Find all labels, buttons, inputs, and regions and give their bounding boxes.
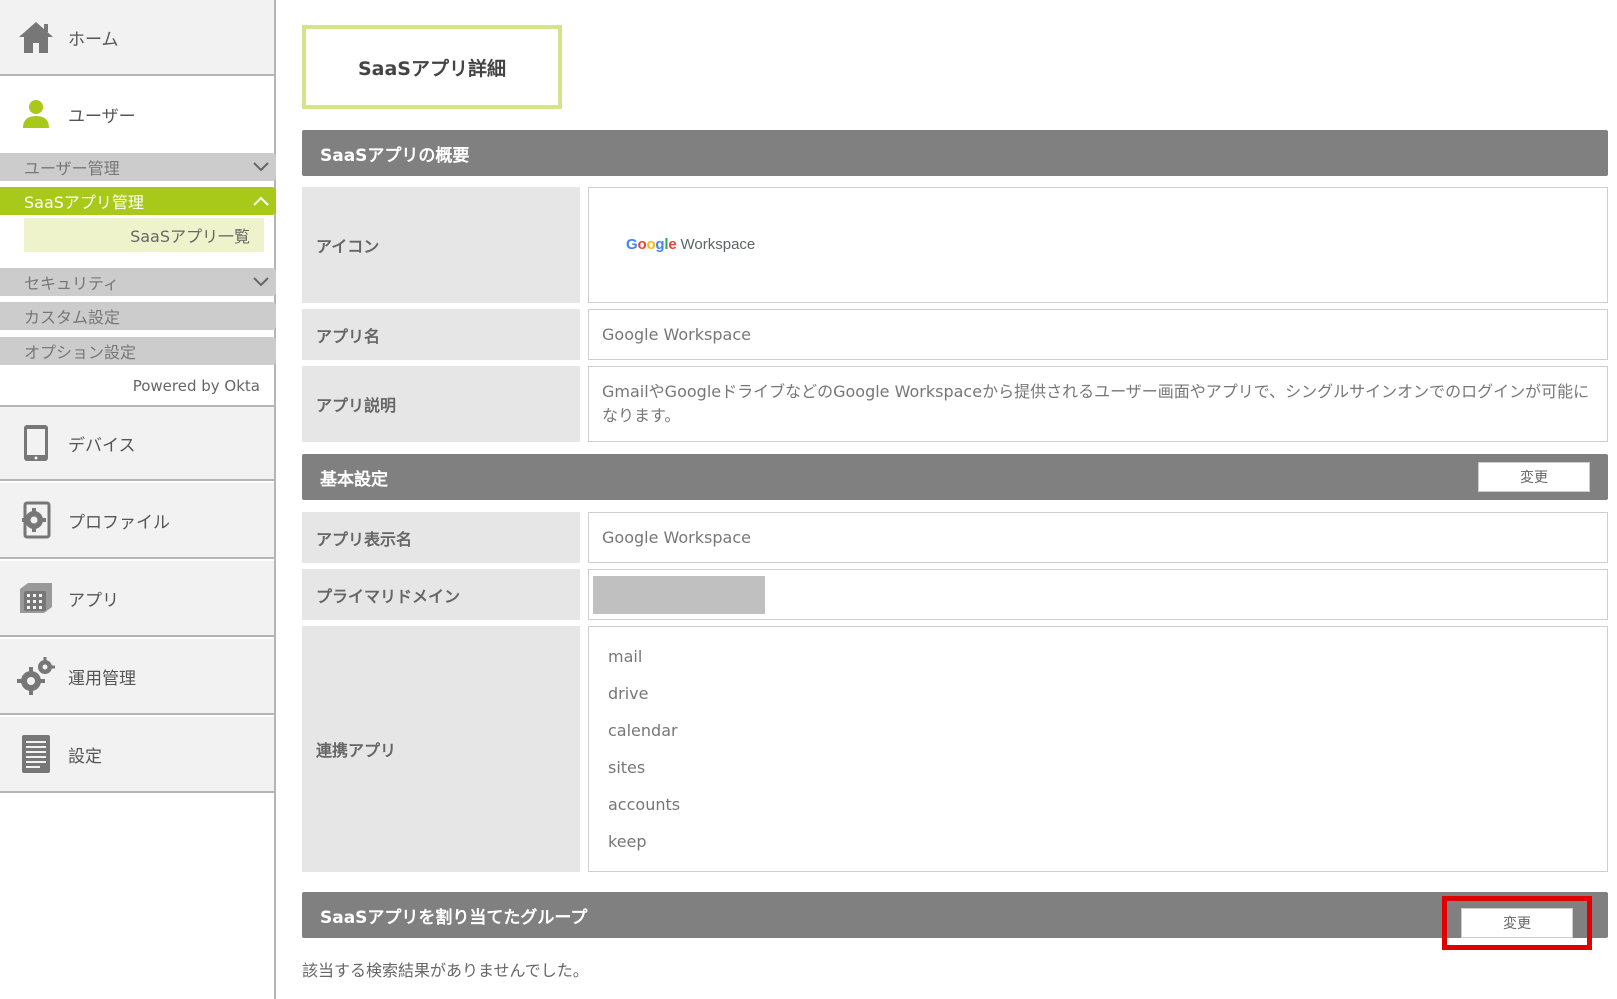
nav-device-label: デバイス <box>68 435 136 456</box>
icon-row: アイコン Google Workspace <box>302 187 1608 303</box>
nav-operations-label: 運用管理 <box>68 668 136 689</box>
nav-app-label: アプリ <box>68 590 119 611</box>
user-icon <box>16 94 56 134</box>
nav-settings-label: 設定 <box>68 746 102 767</box>
nav-settings[interactable]: 設定 <box>0 717 274 793</box>
app-description-value: GmailやGoogleドライブなどのGoogle Workspaceから提供さ… <box>588 366 1608 442</box>
basic-settings-section-header: 基本設定 変更 <box>302 454 1608 500</box>
app-name-row: アプリ名 Google Workspace <box>302 309 1608 360</box>
smartphone-icon <box>16 423 56 463</box>
chevron-up-icon <box>246 187 276 215</box>
nav-profile[interactable]: プロファイル <box>0 483 274 559</box>
sidebar-item-label: SaaSアプリ一覧 <box>130 227 250 246</box>
page-title-box: SaaSアプリ詳細 <box>302 25 562 109</box>
display-name-row: アプリ表示名 Google Workspace <box>302 512 1608 563</box>
app-name-value: Google Workspace <box>588 309 1608 360</box>
workspace-wordmark: Workspace <box>680 236 756 253</box>
primary-domain-value <box>588 569 1608 620</box>
linked-apps-row: 連携アプリ mail drive calendar sites accounts… <box>302 626 1608 872</box>
icon-value: Google Workspace <box>588 187 1608 303</box>
app-name-label: アプリ名 <box>302 309 580 360</box>
nav-profile-label: プロファイル <box>68 512 170 533</box>
nav-home[interactable]: ホーム <box>0 0 274 76</box>
nav-app[interactable]: アプリ <box>0 561 274 637</box>
nav-operations[interactable]: 運用管理 <box>0 639 274 715</box>
groups-section-header: SaaSアプリを割り当てたグループ <box>302 892 1608 938</box>
sidebar-item-security[interactable]: セキュリティ <box>0 268 276 296</box>
display-name-label: アプリ表示名 <box>302 512 580 563</box>
nav-user[interactable]: ユーザー <box>0 78 274 150</box>
linked-apps-value: mail drive calendar sites accounts keep <box>588 626 1608 872</box>
google-wordmark: Google <box>626 236 677 253</box>
chevron-down-icon <box>246 153 276 181</box>
sidebar-item-label: カスタム設定 <box>24 308 121 327</box>
overview-section-header: SaaSアプリの概要 <box>302 130 1608 176</box>
groups-change-button[interactable]: 変更 <box>1461 908 1573 938</box>
list-item: keep <box>608 832 647 851</box>
list-item: calendar <box>608 721 678 740</box>
google-workspace-logo: Google Workspace <box>626 233 755 257</box>
nav-user-label: ユーザー <box>68 106 136 127</box>
sidebar: ホーム ユーザー ユーザー管理 SaaSアプリ管理 SaaSアプリ一覧 セキュリ… <box>0 0 276 999</box>
list-item: mail <box>608 647 643 666</box>
list-item: drive <box>608 684 649 703</box>
powered-by-text: Powered by Okta <box>132 377 260 395</box>
icon-label: アイコン <box>302 187 580 303</box>
sidebar-item-user-management[interactable]: ユーザー管理 <box>0 153 276 181</box>
sidebar-item-label: ユーザー管理 <box>24 159 120 178</box>
sidebar-item-saas-list[interactable]: SaaSアプリ一覧 <box>24 218 264 252</box>
sidebar-item-label: セキュリティ <box>24 274 120 293</box>
overview-heading: SaaSアプリの概要 <box>320 145 470 166</box>
sidebar-item-label: SaaSアプリ管理 <box>24 193 144 212</box>
nav-device[interactable]: デバイス <box>0 405 274 481</box>
display-name-value: Google Workspace <box>588 512 1608 563</box>
primary-domain-row: プライマリドメイン <box>302 569 1608 620</box>
list-item: accounts <box>608 795 681 814</box>
change-button-highlight: 変更 <box>1442 896 1592 950</box>
sidebar-item-custom-settings[interactable]: カスタム設定 <box>0 302 276 330</box>
app-description-label: アプリ説明 <box>302 366 580 442</box>
nav-home-label: ホーム <box>68 29 119 50</box>
basic-settings-heading: 基本設定 <box>320 469 388 490</box>
home-icon <box>16 17 56 57</box>
chevron-down-icon <box>246 268 276 296</box>
groups-heading: SaaSアプリを割り当てたグループ <box>320 907 588 928</box>
linked-apps-label: 連携アプリ <box>302 626 580 872</box>
sidebar-item-option-settings[interactable]: オプション設定 <box>0 337 276 365</box>
redacted-block <box>593 575 765 614</box>
app-grid-icon <box>16 578 56 618</box>
document-icon <box>16 734 56 774</box>
gears-icon <box>16 656 56 696</box>
linked-apps-list: mail drive calendar sites accounts keep <box>602 638 680 860</box>
sidebar-item-saas-management[interactable]: SaaSアプリ管理 <box>0 187 276 215</box>
app-description-row: アプリ説明 GmailやGoogleドライブなどのGoogle Workspac… <box>302 366 1608 442</box>
primary-domain-label: プライマリドメイン <box>302 569 580 620</box>
sidebar-item-label: オプション設定 <box>24 343 137 362</box>
basic-settings-change-button[interactable]: 変更 <box>1478 462 1590 492</box>
profile-gear-icon <box>16 500 56 540</box>
page-title: SaaSアプリ詳細 <box>357 57 506 80</box>
empty-result-message: 該当する検索結果がありませんでした。 <box>302 961 589 980</box>
list-item: sites <box>608 758 646 777</box>
